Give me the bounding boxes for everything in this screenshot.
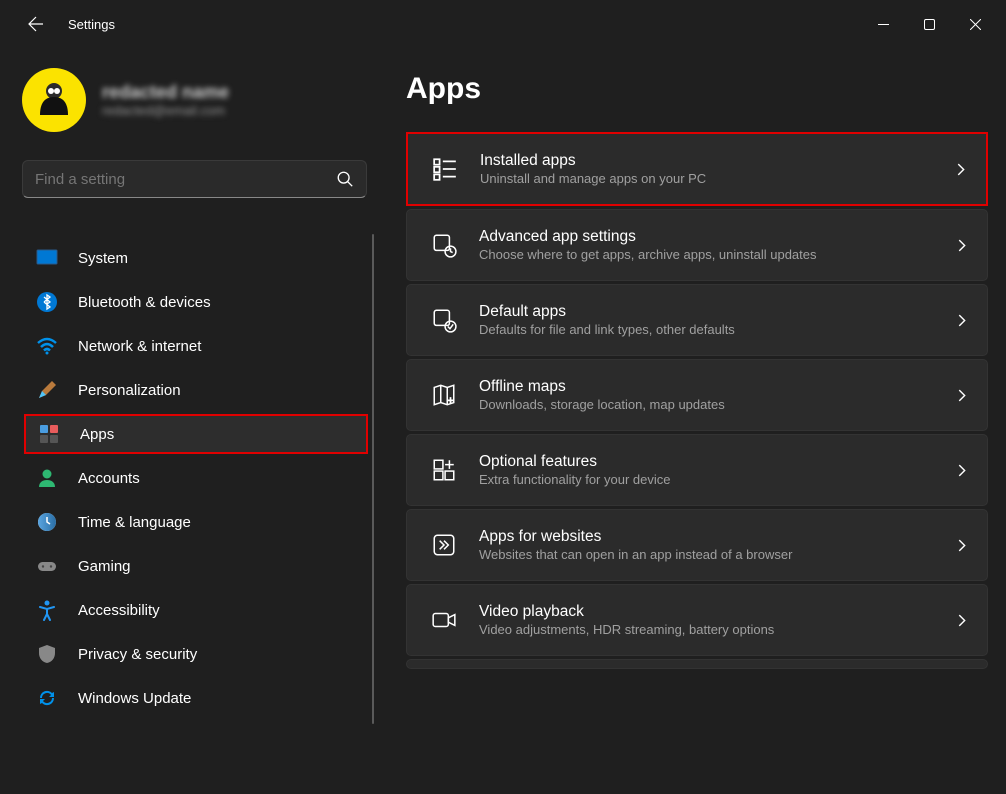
card-desc: Downloads, storage location, map updates: [479, 397, 956, 412]
sidebar-item-label: Time & language: [78, 514, 191, 531]
sidebar-item-privacy[interactable]: Privacy & security: [24, 634, 368, 674]
sidebar: redacted name redacted@email.com System …: [0, 48, 380, 794]
app-title: Settings: [68, 17, 115, 32]
sidebar-item-label: Network & internet: [78, 338, 201, 355]
sidebar-item-label: Windows Update: [78, 690, 191, 707]
avatar: [22, 68, 86, 132]
sidebar-item-label: Gaming: [78, 558, 131, 575]
close-button[interactable]: [952, 8, 998, 40]
search-box[interactable]: [22, 160, 367, 198]
optional-features-icon: [431, 457, 457, 483]
chevron-right-icon: [956, 464, 969, 477]
wifi-icon: [36, 335, 58, 357]
card-title: Apps for websites: [479, 528, 956, 546]
back-button[interactable]: [20, 8, 52, 40]
user-icon: [36, 467, 58, 489]
sidebar-item-bluetooth[interactable]: Bluetooth & devices: [24, 282, 368, 322]
video-icon: [431, 607, 457, 633]
card-desc: Choose where to get apps, archive apps, …: [479, 247, 956, 262]
list-icon: [432, 156, 458, 182]
sidebar-item-apps[interactable]: Apps: [24, 414, 368, 454]
chevron-right-icon: [956, 239, 969, 252]
desktop-icon: [36, 247, 58, 269]
chevron-right-icon: [955, 163, 968, 176]
shield-icon: [36, 643, 58, 665]
page-title: Apps: [406, 72, 988, 106]
card-desc: Video adjustments, HDR streaming, batter…: [479, 622, 956, 637]
sidebar-item-label: Bluetooth & devices: [78, 294, 211, 311]
chevron-right-icon: [956, 389, 969, 402]
card-partial[interactable]: [406, 659, 988, 669]
chevron-right-icon: [956, 314, 969, 327]
paintbrush-icon: [36, 379, 58, 401]
minimize-icon: [878, 19, 889, 30]
user-name: redacted name: [102, 82, 229, 103]
sidebar-item-label: System: [78, 250, 128, 267]
settings-cards: Installed apps Uninstall and manage apps…: [406, 132, 988, 669]
card-offline-maps[interactable]: Offline maps Downloads, storage location…: [406, 359, 988, 431]
sidebar-item-accessibility[interactable]: Accessibility: [24, 590, 368, 630]
bluetooth-icon: [36, 291, 58, 313]
nav-list: System Bluetooth & devices Network & int…: [22, 234, 380, 794]
sidebar-item-label: Personalization: [78, 382, 181, 399]
sidebar-item-gaming[interactable]: Gaming: [24, 546, 368, 586]
sidebar-item-personalization[interactable]: Personalization: [24, 370, 368, 410]
arrow-left-icon: [28, 16, 44, 32]
window-controls: [860, 8, 998, 40]
card-desc: Extra functionality for your device: [479, 472, 956, 487]
card-desc: Uninstall and manage apps on your PC: [480, 171, 955, 186]
card-default-apps[interactable]: Default apps Defaults for file and link …: [406, 284, 988, 356]
card-installed-apps[interactable]: Installed apps Uninstall and manage apps…: [406, 132, 988, 206]
close-icon: [970, 19, 981, 30]
maximize-button[interactable]: [906, 8, 952, 40]
user-info[interactable]: redacted name redacted@email.com: [22, 68, 380, 160]
search-icon: [336, 170, 354, 188]
card-apps-for-websites[interactable]: Apps for websites Websites that can open…: [406, 509, 988, 581]
card-title: Offline maps: [479, 378, 956, 396]
card-title: Installed apps: [480, 152, 955, 170]
main-content: Apps Installed apps Uninstall and manage…: [380, 48, 1006, 794]
sidebar-item-network[interactable]: Network & internet: [24, 326, 368, 366]
card-title: Advanced app settings: [479, 228, 956, 246]
default-apps-icon: [431, 307, 457, 333]
chevron-right-icon: [956, 614, 969, 627]
app-settings-icon: [431, 232, 457, 258]
minimize-button[interactable]: [860, 8, 906, 40]
map-icon: [431, 382, 457, 408]
gamepad-icon: [36, 555, 58, 577]
sidebar-item-label: Privacy & security: [78, 646, 197, 663]
apps-icon: [38, 423, 60, 445]
websites-icon: [431, 532, 457, 558]
card-optional-features[interactable]: Optional features Extra functionality fo…: [406, 434, 988, 506]
titlebar: Settings: [0, 0, 1006, 48]
clock-icon: [36, 511, 58, 533]
sidebar-item-label: Accounts: [78, 470, 140, 487]
sidebar-item-time-language[interactable]: Time & language: [24, 502, 368, 542]
card-desc: Websites that can open in an app instead…: [479, 547, 956, 562]
search-input[interactable]: [35, 171, 336, 188]
card-desc: Defaults for file and link types, other …: [479, 322, 956, 337]
card-title: Video playback: [479, 603, 956, 621]
sidebar-item-accounts[interactable]: Accounts: [24, 458, 368, 498]
card-video-playback[interactable]: Video playback Video adjustments, HDR st…: [406, 584, 988, 656]
sidebar-item-label: Accessibility: [78, 602, 160, 619]
card-advanced-app-settings[interactable]: Advanced app settings Choose where to ge…: [406, 209, 988, 281]
scrollbar[interactable]: [372, 234, 375, 724]
user-email: redacted@email.com: [102, 103, 229, 118]
maximize-icon: [924, 19, 935, 30]
card-title: Default apps: [479, 303, 956, 321]
sidebar-item-windows-update[interactable]: Windows Update: [24, 678, 368, 718]
sidebar-item-system[interactable]: System: [24, 238, 368, 278]
card-title: Optional features: [479, 453, 956, 471]
chevron-right-icon: [956, 539, 969, 552]
accessibility-icon: [36, 599, 58, 621]
update-icon: [36, 687, 58, 709]
sidebar-item-label: Apps: [80, 426, 114, 443]
